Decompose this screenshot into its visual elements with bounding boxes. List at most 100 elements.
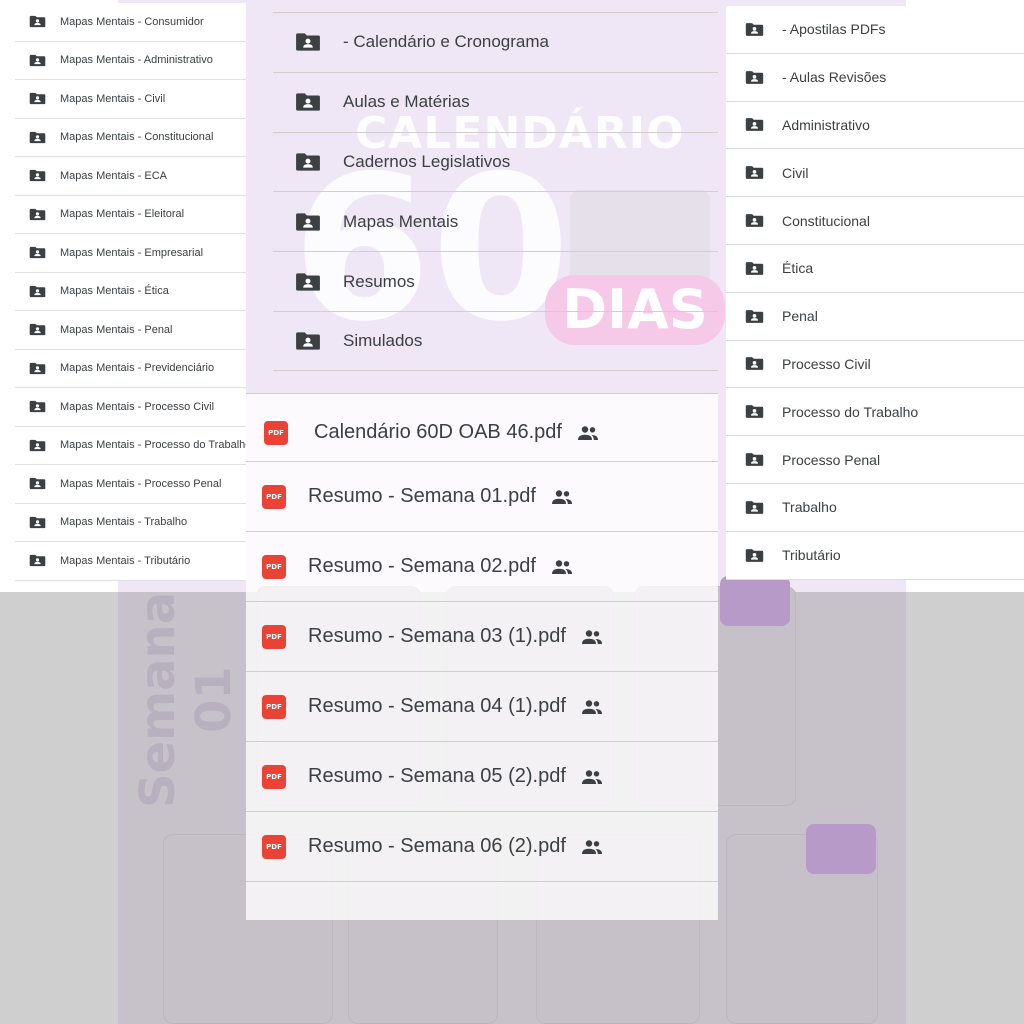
- people-icon: [550, 559, 574, 575]
- pdf-file-name: Resumo - Semana 06 (2).pdf: [308, 835, 566, 857]
- pdf-file-name: Resumo - Semana 03 (1).pdf: [308, 625, 566, 647]
- shared-folder-icon: [745, 70, 764, 85]
- shared-folder-icon: [29, 15, 46, 28]
- folder-label: Mapas Mentais - Civil: [60, 92, 166, 105]
- right-folder-list: - Apostilas PDFs - Aulas Revisões Administ…: [726, 6, 1024, 580]
- pdf-file-icon: PDF: [262, 834, 286, 859]
- folder-label: Mapas Mentais - Constitucional: [60, 131, 214, 144]
- middle-folder-item[interactable]: Resumos: [273, 251, 718, 311]
- left-folder-item[interactable]: Mapas Mentais - Consumidor: [15, 3, 246, 42]
- folder-label: Cadernos Legislativos: [343, 151, 511, 171]
- shared-folder-icon: [295, 152, 321, 172]
- pdf-file-name: Resumo - Semana 02.pdf: [308, 555, 536, 577]
- right-folder-item[interactable]: Ética: [726, 245, 1024, 293]
- poster-week-label: Semana 01: [130, 591, 242, 809]
- folder-label: Mapas Mentais - Previdenciário: [60, 362, 215, 375]
- left-folder-item[interactable]: Mapas Mentais - Processo Civil: [15, 388, 246, 427]
- left-folder-item[interactable]: Mapas Mentais - Tributário: [15, 542, 246, 581]
- folder-label: Mapas Mentais - Trabalho: [60, 516, 188, 529]
- pdf-file-icon: PDF: [264, 420, 288, 445]
- folder-label: Ética: [782, 260, 814, 277]
- day-badge: [720, 576, 790, 626]
- shared-folder-icon: [29, 477, 46, 490]
- pdf-file-row[interactable]: PDF Resumo - Semana 02.pdf: [246, 532, 718, 602]
- right-folder-item[interactable]: Civil: [726, 149, 1024, 198]
- folder-label: Mapas Mentais - Ética: [60, 285, 169, 298]
- right-folder-item[interactable]: Processo do Trabalho: [726, 388, 1024, 437]
- middle-folder-item[interactable]: Aulas e Matérias: [273, 71, 718, 132]
- left-folder-item[interactable]: Mapas Mentais - Civil: [15, 80, 246, 119]
- shared-folder-icon: [745, 404, 764, 419]
- shared-folder-icon: [295, 331, 321, 351]
- pdf-file-name: Calendário 60D OAB 46.pdf: [314, 421, 562, 443]
- folder-label: - Apostilas PDFs: [782, 21, 886, 38]
- shared-folder-icon: [29, 439, 46, 452]
- left-folder-item[interactable]: Mapas Mentais - Processo Penal: [15, 465, 246, 504]
- day-badge: [806, 824, 876, 874]
- shared-folder-icon: [29, 92, 46, 105]
- people-icon: [580, 699, 604, 715]
- shared-folder-icon: [29, 285, 46, 298]
- right-folder-item[interactable]: Processo Civil: [726, 341, 1024, 389]
- folder-label: Processo Penal: [782, 451, 881, 468]
- left-folder-item[interactable]: Mapas Mentais - Ética: [15, 273, 246, 311]
- right-folder-item[interactable]: - Aulas Revisões: [726, 54, 1024, 102]
- right-folder-item[interactable]: Trabalho: [726, 484, 1024, 532]
- folder-label: Mapas Mentais - ECA: [60, 169, 167, 182]
- pdf-file-row[interactable]: PDF Calendário 60D OAB 46.pdf: [246, 404, 718, 462]
- shared-folder-icon: [745, 261, 764, 276]
- left-folder-item[interactable]: Mapas Mentais - Constitucional: [15, 119, 246, 157]
- folder-label: Constitucional: [782, 212, 870, 229]
- shared-folder-icon: [29, 362, 46, 375]
- shared-folder-icon: [745, 117, 764, 132]
- left-folder-item[interactable]: Mapas Mentais - Processo do Trabalho: [15, 427, 246, 465]
- left-folder-item[interactable]: Mapas Mentais - Administrativo: [15, 42, 246, 80]
- folder-label: Processo Civil: [782, 355, 871, 372]
- middle-folder-item[interactable]: Mapas Mentais: [273, 191, 718, 251]
- middle-folder-item[interactable]: - Calendário e Cronograma: [273, 12, 718, 72]
- left-folder-item[interactable]: Mapas Mentais - Eleitoral: [15, 196, 246, 234]
- shared-folder-icon: [295, 92, 321, 112]
- folder-label: Tributário: [782, 547, 841, 564]
- folder-label: Mapas Mentais - Consumidor: [60, 15, 204, 28]
- left-folder-item[interactable]: Mapas Mentais - Trabalho: [15, 504, 246, 542]
- pdf-file-icon: PDF: [262, 694, 286, 719]
- pdf-file-row[interactable]: PDF Resumo - Semana 04 (1).pdf: [246, 672, 718, 742]
- middle-folder-item[interactable]: Cadernos Legislativos: [273, 131, 718, 192]
- right-folder-item[interactable]: Administrativo: [726, 102, 1024, 150]
- pdf-file-icon: PDF: [262, 554, 286, 579]
- shared-folder-icon: [29, 400, 46, 413]
- pdf-file-name: Resumo - Semana 01.pdf: [308, 485, 536, 507]
- left-folder-item[interactable]: Mapas Mentais - Previdenciário: [15, 350, 246, 388]
- pdf-file-row[interactable]: PDF Resumo - Semana 05 (2).pdf: [246, 742, 718, 812]
- right-folder-item[interactable]: Constitucional: [726, 197, 1024, 245]
- shared-folder-icon: [295, 212, 321, 232]
- shared-folder-icon: [745, 356, 764, 371]
- right-folder-item[interactable]: Tributário: [726, 532, 1024, 580]
- middle-folder-item[interactable]: Simulados: [273, 310, 718, 371]
- people-icon: [580, 769, 604, 785]
- folder-label: Civil: [782, 164, 809, 181]
- people-icon: [580, 839, 604, 855]
- shared-folder-icon: [29, 131, 46, 144]
- shared-folder-icon: [295, 32, 321, 52]
- shared-folder-icon: [29, 323, 46, 336]
- shared-folder-icon: [295, 272, 321, 292]
- left-folder-item[interactable]: Mapas Mentais - Empresarial: [15, 234, 246, 273]
- folder-label: Simulados: [343, 330, 423, 350]
- folder-label: Aulas e Matérias: [343, 92, 470, 112]
- left-folder-item[interactable]: Mapas Mentais - ECA: [15, 157, 246, 196]
- folder-label: Mapas Mentais - Tributário: [60, 554, 191, 567]
- pdf-file-row[interactable]: PDF Resumo - Semana 01.pdf: [246, 462, 718, 532]
- pdf-file-icon: PDF: [262, 764, 286, 789]
- pdf-file-row[interactable]: PDF Resumo - Semana 03 (1).pdf: [246, 602, 718, 672]
- left-folder-item[interactable]: Mapas Mentais - Penal: [15, 311, 246, 350]
- right-folder-item[interactable]: Penal: [726, 293, 1024, 341]
- folder-label: Mapas Mentais: [343, 211, 459, 231]
- right-folder-item[interactable]: Processo Penal: [726, 436, 1024, 484]
- folder-label: - Calendário e Cronograma: [343, 32, 549, 52]
- pdf-file-row[interactable]: PDF Resumo - Semana 06 (2).pdf: [246, 812, 718, 882]
- folder-label: - Aulas Revisões: [782, 69, 887, 86]
- pdf-file-icon: PDF: [262, 484, 286, 509]
- right-folder-item[interactable]: - Apostilas PDFs: [726, 6, 1024, 54]
